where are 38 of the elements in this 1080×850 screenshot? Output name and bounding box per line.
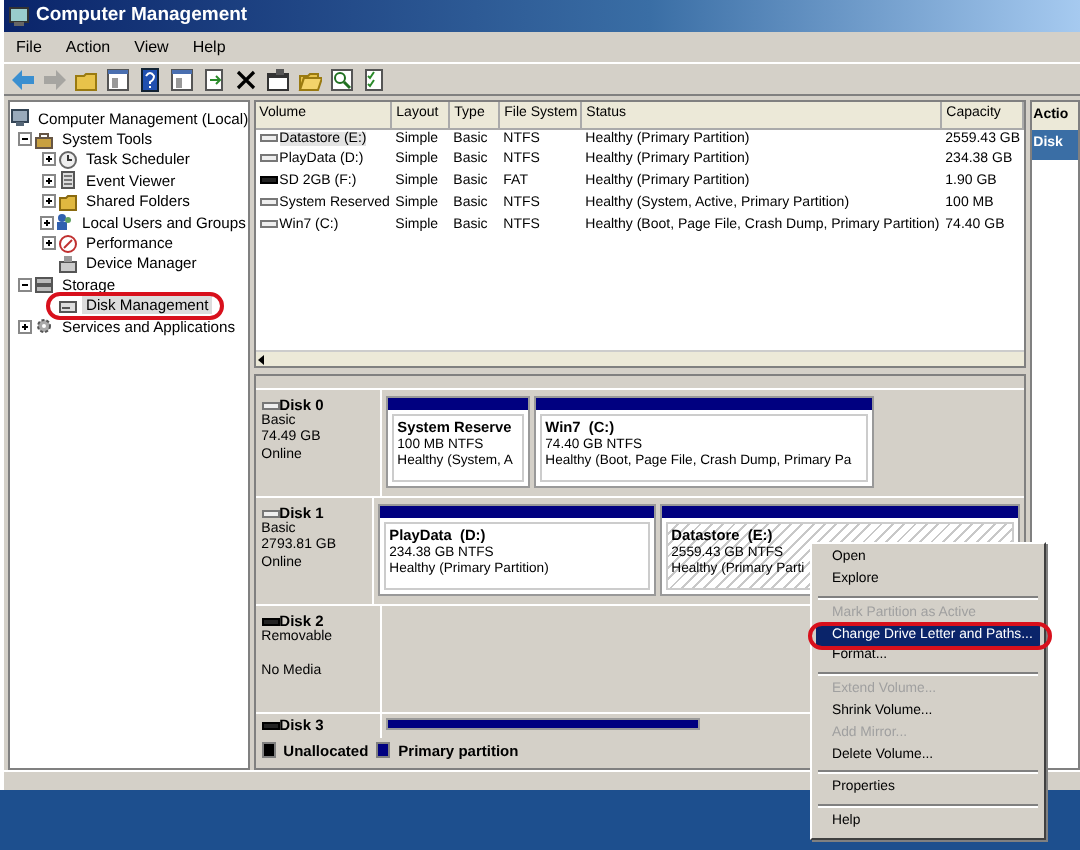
expand-icon[interactable] bbox=[42, 236, 56, 251]
menu-item[interactable]: Action bbox=[53, 37, 123, 57]
expand-icon[interactable] bbox=[42, 194, 56, 209]
notebook-icon bbox=[58, 170, 78, 191]
collapse-icon[interactable] bbox=[18, 132, 32, 147]
pane-icon[interactable] bbox=[106, 67, 130, 91]
menu-item[interactable]: File bbox=[4, 37, 54, 57]
app-icon bbox=[8, 5, 30, 27]
menu-item[interactable]: View bbox=[122, 37, 181, 57]
partition-bar bbox=[387, 398, 528, 410]
scroll-left-icon[interactable] bbox=[255, 353, 268, 365]
drives-icon bbox=[34, 274, 54, 295]
pane-icon[interactable] bbox=[170, 67, 194, 91]
device-icon bbox=[58, 253, 78, 274]
folder-icon[interactable] bbox=[74, 67, 98, 91]
expand-icon[interactable] bbox=[40, 215, 54, 230]
folder-icon bbox=[58, 191, 78, 212]
delete-icon[interactable] bbox=[234, 67, 258, 91]
properties-icon[interactable] bbox=[266, 67, 290, 91]
clock-icon bbox=[58, 149, 78, 170]
window-title: Computer Management bbox=[36, 4, 248, 28]
export-icon[interactable] bbox=[202, 67, 226, 91]
scrollbar[interactable] bbox=[255, 350, 1024, 366]
computer-icon bbox=[10, 108, 30, 129]
drive-icon bbox=[58, 295, 78, 316]
checklist-icon[interactable] bbox=[362, 67, 386, 91]
menu-item[interactable]: Help bbox=[180, 37, 238, 57]
people-icon bbox=[54, 212, 74, 233]
expand-icon[interactable] bbox=[42, 152, 56, 167]
gauge-icon bbox=[58, 233, 78, 254]
expand-icon[interactable] bbox=[18, 319, 32, 334]
folder-icon[interactable] bbox=[298, 67, 322, 91]
help-icon[interactable] bbox=[138, 67, 162, 91]
toolbox-icon bbox=[34, 129, 54, 150]
gear-icon bbox=[34, 316, 54, 337]
search-icon[interactable] bbox=[330, 67, 354, 91]
expand-icon[interactable] bbox=[42, 173, 56, 188]
collapse-icon[interactable] bbox=[18, 277, 32, 292]
